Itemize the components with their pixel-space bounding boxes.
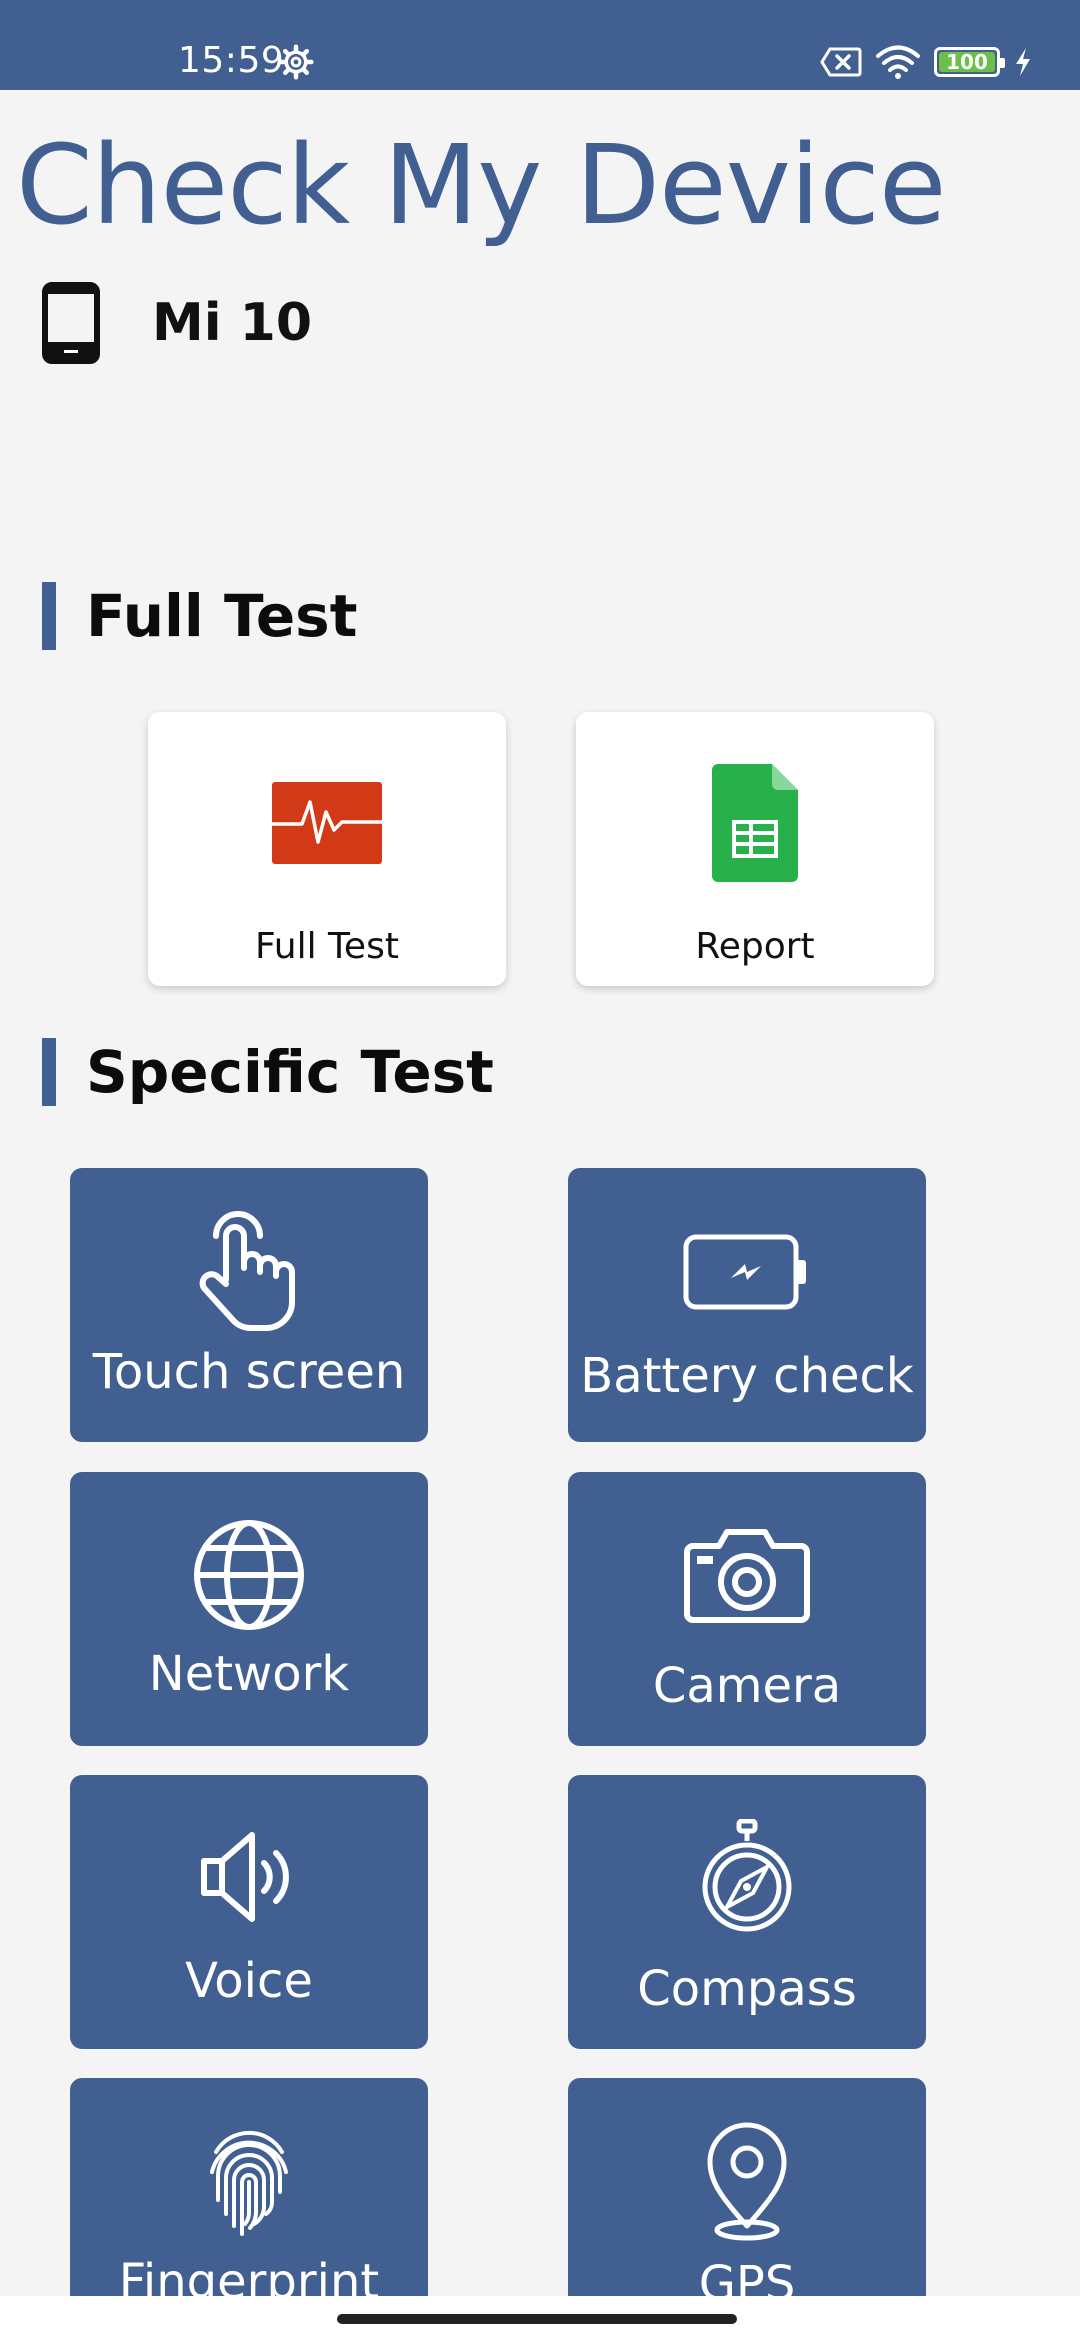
- device-name: Mi 10: [152, 293, 313, 353]
- battery-charging-icon: [683, 1234, 806, 1310]
- section-accent-bar: [42, 1038, 56, 1106]
- battery-level: 100: [946, 50, 988, 74]
- voice-label: Voice: [185, 1953, 313, 2009]
- full-test-card[interactable]: Full Test: [148, 712, 506, 986]
- section-title-specific-test: Specific Test: [86, 1038, 494, 1106]
- spreadsheet-icon: [712, 764, 798, 882]
- report-card[interactable]: Report: [576, 712, 934, 986]
- touch-screen-label: Touch screen: [92, 1344, 406, 1400]
- app-screen: 15:59 100 Check My Device Mi 10 Full Tes…: [0, 0, 1080, 2340]
- touch-screen-tile[interactable]: Touch screen: [70, 1168, 428, 1442]
- section-full-test: Full Test: [42, 582, 357, 650]
- compass-label: Compass: [637, 1961, 857, 2017]
- home-indicator[interactable]: [337, 2314, 737, 2324]
- battery-nub: [1000, 58, 1005, 68]
- location-pin-icon: [707, 2122, 787, 2241]
- compass-tile[interactable]: Compass: [568, 1775, 926, 2049]
- app-title: Check My Device: [16, 121, 947, 249]
- report-card-label: Report: [695, 926, 815, 967]
- smartphone-icon: [42, 282, 100, 364]
- wifi-icon: [876, 45, 920, 79]
- charging-bolt-icon: [1016, 48, 1030, 76]
- camera-label: Camera: [652, 1658, 842, 1714]
- network-label: Network: [148, 1646, 350, 1702]
- speaker-icon: [201, 1832, 289, 1922]
- close-box-icon: [820, 47, 862, 77]
- battery-check-tile[interactable]: Battery check: [568, 1168, 926, 1442]
- camera-icon: [684, 1529, 810, 1623]
- heartbeat-monitor-icon: [272, 782, 382, 864]
- status-time: 15:59: [178, 40, 285, 81]
- full-test-card-label: Full Test: [255, 926, 399, 967]
- battery-icon: 100: [934, 47, 1005, 77]
- network-tile[interactable]: Network: [70, 1472, 428, 1746]
- section-title-full-test: Full Test: [86, 582, 358, 650]
- status-bar: 15:59 100: [0, 0, 1080, 90]
- status-icons: 100: [820, 42, 1032, 82]
- section-specific-test: Specific Test: [42, 1038, 494, 1106]
- fingerprint-icon: [210, 2130, 288, 2236]
- globe-icon: [194, 1520, 304, 1630]
- section-accent-bar: [42, 582, 56, 650]
- gear-icon: [278, 44, 314, 80]
- battery-check-label: Battery check: [580, 1348, 914, 1404]
- touch-hand-icon: [199, 1211, 295, 1331]
- camera-tile[interactable]: Camera: [568, 1472, 926, 1746]
- device-info: Mi 10: [42, 282, 312, 364]
- compass-icon: [702, 1819, 792, 1932]
- voice-tile[interactable]: Voice: [70, 1775, 428, 2049]
